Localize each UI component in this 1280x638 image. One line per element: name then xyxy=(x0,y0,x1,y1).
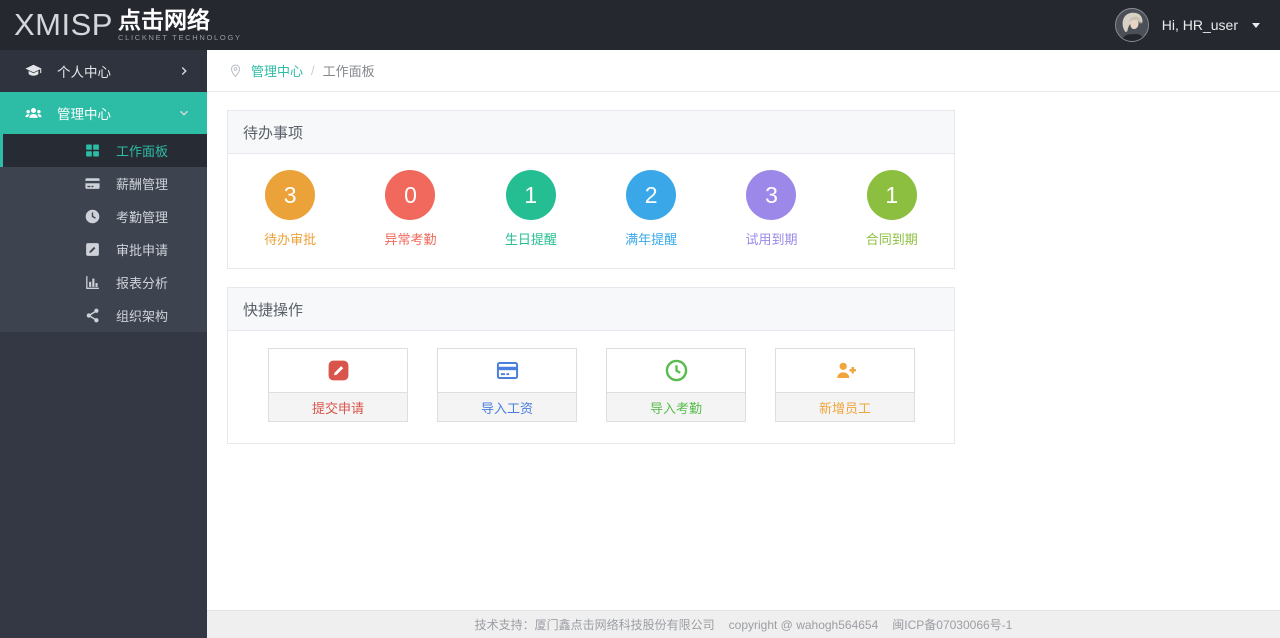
clock-icon xyxy=(85,209,100,224)
sidebar-subitem-label: 报表分析 xyxy=(116,276,169,291)
todo-item-label: 满年提醒 xyxy=(625,232,678,247)
todo-panel-title: 待办事项 xyxy=(228,111,954,154)
quick-action-label: 导入考勤 xyxy=(607,392,745,421)
todo-item-contract-expiry[interactable]: 1 合同到期 xyxy=(832,170,952,248)
brand-logo-en: XMISP xyxy=(14,7,113,43)
org-nodes-icon xyxy=(86,308,99,323)
grid-icon xyxy=(86,144,99,157)
todo-item-label: 生日提醒 xyxy=(504,232,557,247)
quick-actions-panel: 快捷操作 提交申请 导入工资 导入考勤 新增员工 xyxy=(227,287,955,444)
chevron-down-icon xyxy=(180,110,188,116)
sidebar: 个人中心 管理中心 工作面板 薪酬管理 考勤管理 审批申请 报表分析 组织架构 xyxy=(0,50,207,638)
todo-item-anniversary-reminder[interactable]: 2 满年提醒 xyxy=(591,170,711,248)
map-pin-icon xyxy=(230,64,241,78)
sidebar-subitem-label: 考勤管理 xyxy=(116,210,169,225)
sidebar-subitem-payroll[interactable]: 薪酬管理 xyxy=(0,167,207,200)
sidebar-subitem-label: 薪酬管理 xyxy=(116,177,169,192)
sidebar-item-manage-center[interactable]: 管理中心 xyxy=(0,92,207,134)
sidebar-subitem-org-structure[interactable]: 组织架构 xyxy=(0,299,207,332)
sidebar-item-label: 管理中心 xyxy=(57,107,111,122)
user-menu[interactable]: Hi, HR_user xyxy=(1114,8,1260,42)
chevron-right-icon xyxy=(181,67,187,75)
todo-item-probation-expiry[interactable]: 3 试用到期 xyxy=(711,170,831,248)
quick-action-label: 提交申请 xyxy=(269,392,407,421)
quick-action-label: 导入工资 xyxy=(438,392,576,421)
todo-count-badge: 3 xyxy=(265,170,316,220)
caret-down-icon xyxy=(1252,22,1260,28)
todo-item-pending-approvals[interactable]: 3 待办审批 xyxy=(230,170,350,248)
credit-card-icon xyxy=(85,178,100,189)
brand-logo: XMISP 点击网络 CLICKNET TECHNOLOGY xyxy=(14,8,242,41)
sidebar-item-label: 个人中心 xyxy=(57,65,111,80)
breadcrumb-section[interactable]: 管理中心 xyxy=(251,61,303,80)
user-avatar-photo xyxy=(1115,9,1148,41)
page-layout: 个人中心 管理中心 工作面板 薪酬管理 考勤管理 审批申请 报表分析 组织架构 … xyxy=(0,50,1280,638)
quick-action-import-attendance[interactable]: 导入考勤 xyxy=(606,348,746,422)
brand-logo-cn: 点击网络 xyxy=(117,7,210,34)
quick-action-submit-request[interactable]: 提交申请 xyxy=(268,348,408,422)
sidebar-subitem-reports[interactable]: 报表分析 xyxy=(0,266,207,299)
todo-count-badge: 3 xyxy=(746,170,797,220)
todo-count-badge: 2 xyxy=(626,170,677,220)
sidebar-submenu: 工作面板 薪酬管理 考勤管理 审批申请 报表分析 组织架构 xyxy=(0,134,207,332)
graduation-cap-icon xyxy=(25,64,42,76)
brand-logo-subtitle: CLICKNET TECHNOLOGY xyxy=(117,32,242,42)
todo-item-label: 待办审批 xyxy=(264,232,317,247)
quick-actions-row: 提交申请 导入工资 导入考勤 新增员工 xyxy=(228,331,954,443)
credit-card-outline-icon xyxy=(496,362,518,379)
quick-action-import-salary[interactable]: 导入工资 xyxy=(437,348,577,422)
bar-chart-icon xyxy=(86,276,99,289)
todo-item-label: 合同到期 xyxy=(865,232,918,247)
pencil-badge-icon xyxy=(328,360,348,381)
todo-count-badge: 0 xyxy=(385,170,436,220)
quick-action-add-employee[interactable]: 新增员工 xyxy=(775,348,915,422)
sidebar-subitem-dashboard[interactable]: 工作面板 xyxy=(0,134,207,167)
content: 待办事项 3 待办审批 0 异常考勤 1 生日提醒 2 满年提醒 3 试用到期 … xyxy=(207,92,1280,610)
breadcrumb-page: 工作面板 xyxy=(322,64,375,79)
quick-panel-title: 快捷操作 xyxy=(228,288,954,331)
footer-support-text: 技术支持：厦门鑫点击网络科技股份有限公司 xyxy=(474,618,715,632)
todo-item-label: 试用到期 xyxy=(745,232,798,247)
top-bar: XMISP 点击网络 CLICKNET TECHNOLOGY Hi, HR_us… xyxy=(0,0,1280,50)
sidebar-subitem-label: 审批申请 xyxy=(116,243,169,258)
quick-action-label: 新增员工 xyxy=(776,392,914,421)
pencil-square-icon xyxy=(86,243,99,256)
sidebar-subitem-label: 组织架构 xyxy=(116,309,169,324)
user-greeting: Hi, HR_user xyxy=(1161,17,1238,33)
user-avatar[interactable] xyxy=(1114,8,1149,42)
todo-item-birthday-reminder[interactable]: 1 生日提醒 xyxy=(471,170,591,248)
sidebar-subitem-approval[interactable]: 审批申请 xyxy=(0,233,207,266)
todo-count-badge: 1 xyxy=(505,170,556,220)
breadcrumb-separator: / xyxy=(311,63,315,78)
todo-item-abnormal-attendance[interactable]: 0 异常考勤 xyxy=(350,170,470,248)
clock-outline-icon xyxy=(665,359,687,382)
todo-item-label: 异常考勤 xyxy=(384,232,437,247)
sidebar-subitem-attendance[interactable]: 考勤管理 xyxy=(0,200,207,233)
user-plus-icon xyxy=(836,362,856,378)
todo-count-badge: 1 xyxy=(866,170,917,220)
main-area: 管理中心 / 工作面板 待办事项 3 待办审批 0 异常考勤 1 生日提醒 2 … xyxy=(207,50,1280,638)
sidebar-subitem-label: 工作面板 xyxy=(116,144,169,159)
breadcrumb: 管理中心 / 工作面板 xyxy=(207,50,1280,92)
todo-row: 3 待办审批 0 异常考勤 1 生日提醒 2 满年提醒 3 试用到期 1 合同到… xyxy=(228,154,954,268)
todo-panel: 待办事项 3 待办审批 0 异常考勤 1 生日提醒 2 满年提醒 3 试用到期 … xyxy=(227,110,955,269)
footer-copyright-text: copyright @ wahogh564654 xyxy=(728,617,879,632)
footer-icp-text: 闽ICP备07030066号-1 xyxy=(892,618,1013,632)
footer: 技术支持：厦门鑫点击网络科技股份有限公司 copyright @ wahogh5… xyxy=(207,610,1280,638)
users-group-icon xyxy=(25,107,42,118)
sidebar-item-personal-center[interactable]: 个人中心 xyxy=(0,50,207,92)
